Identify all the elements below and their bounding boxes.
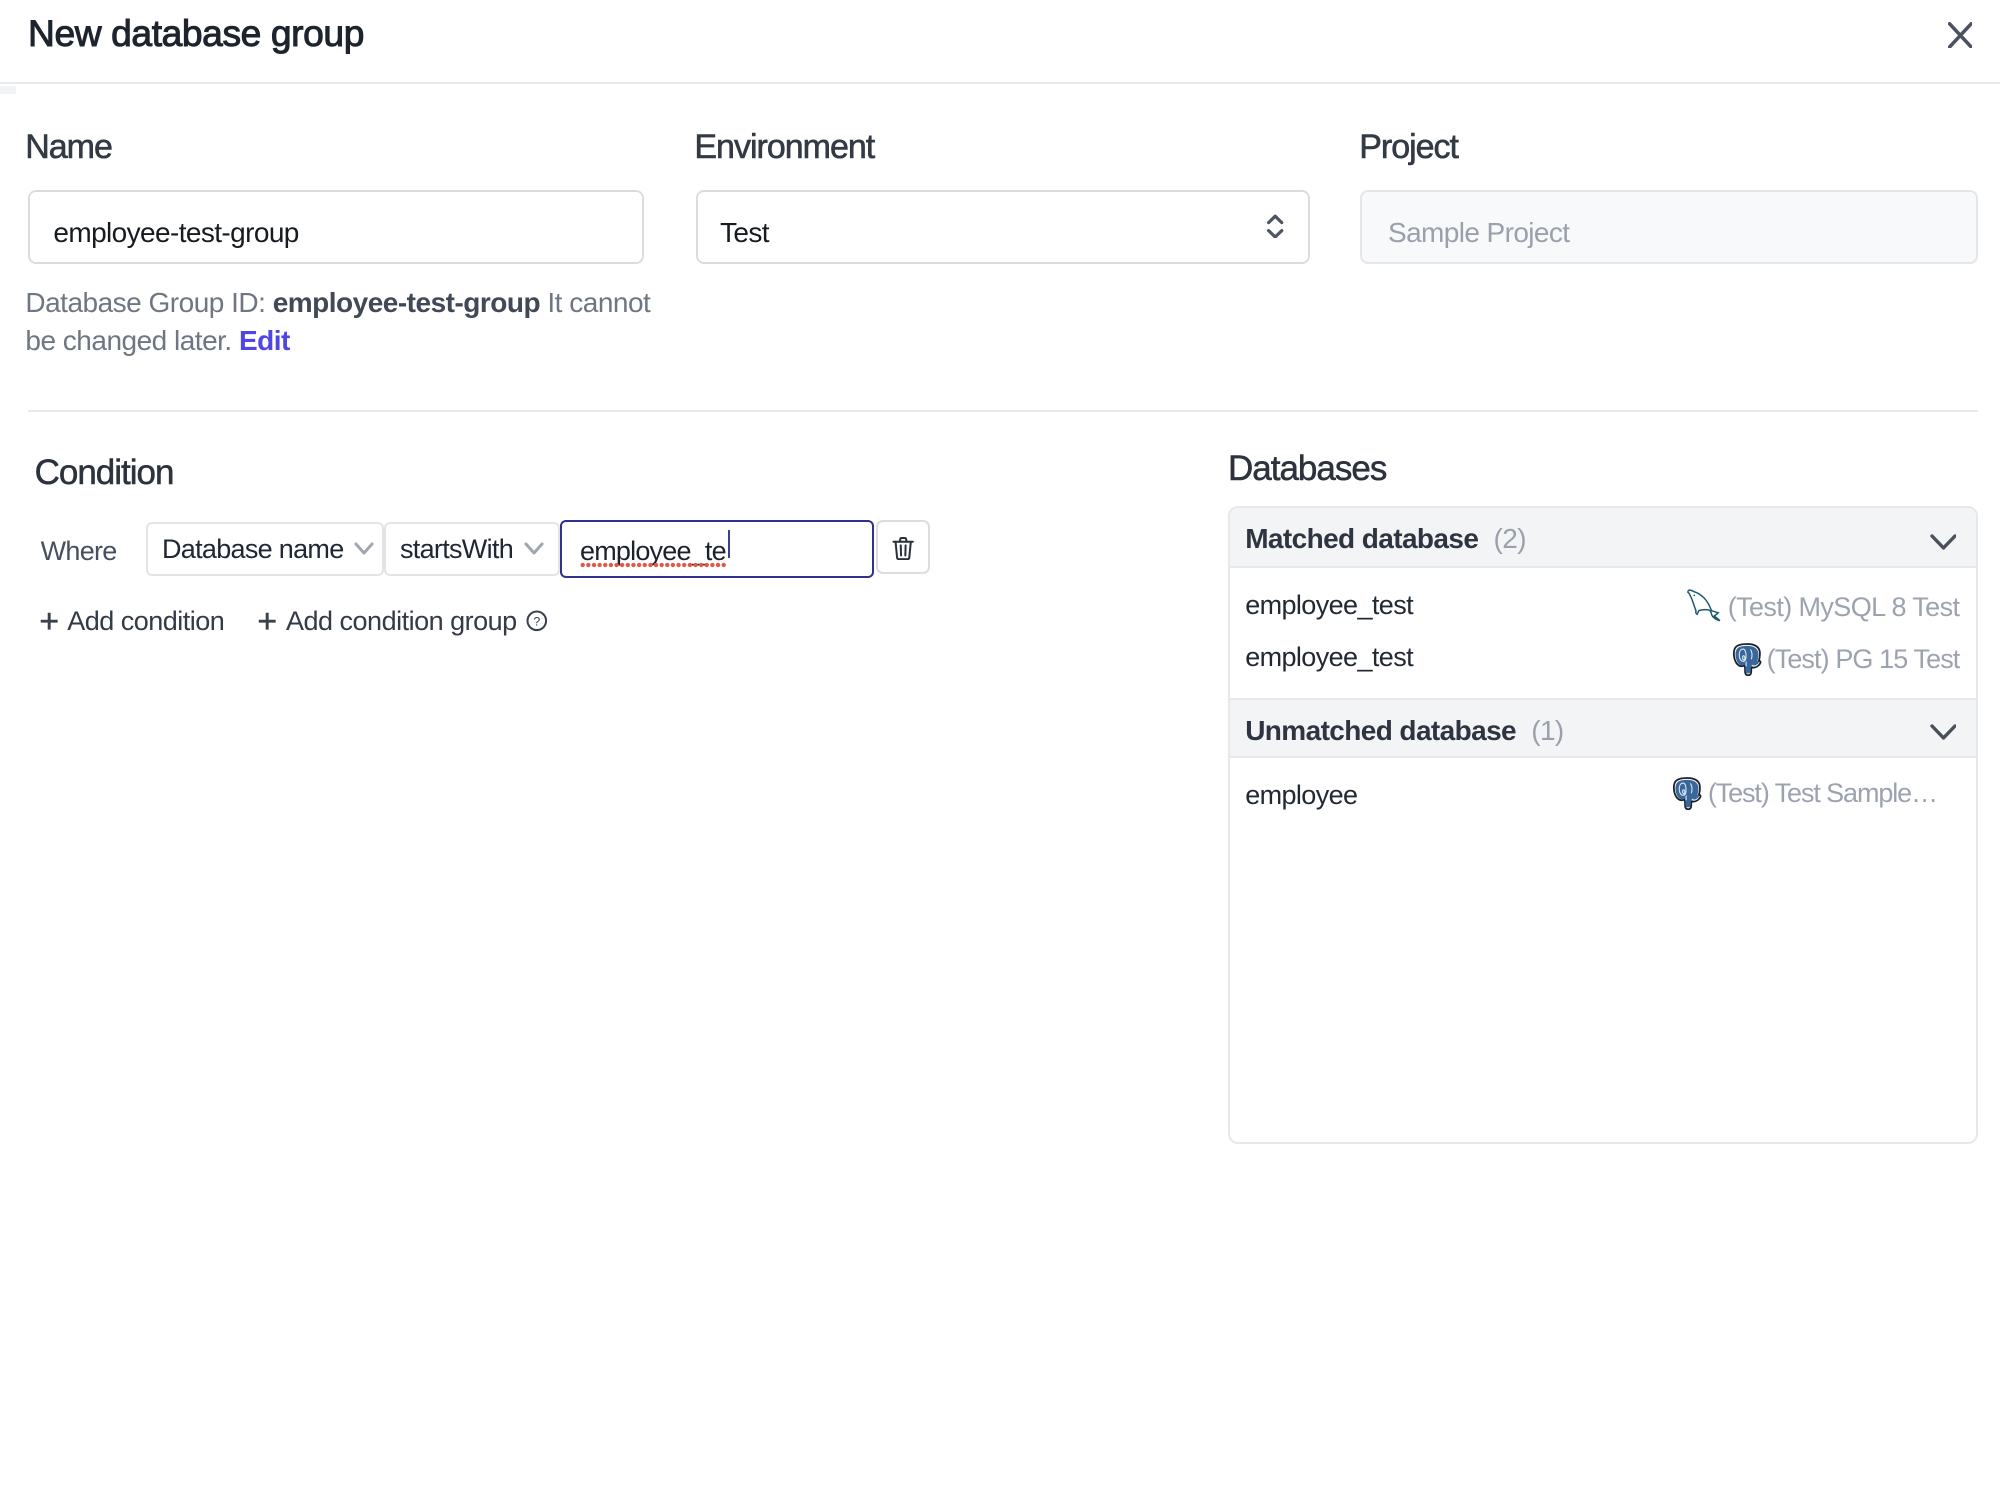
svg-text:?: ? <box>534 614 541 628</box>
